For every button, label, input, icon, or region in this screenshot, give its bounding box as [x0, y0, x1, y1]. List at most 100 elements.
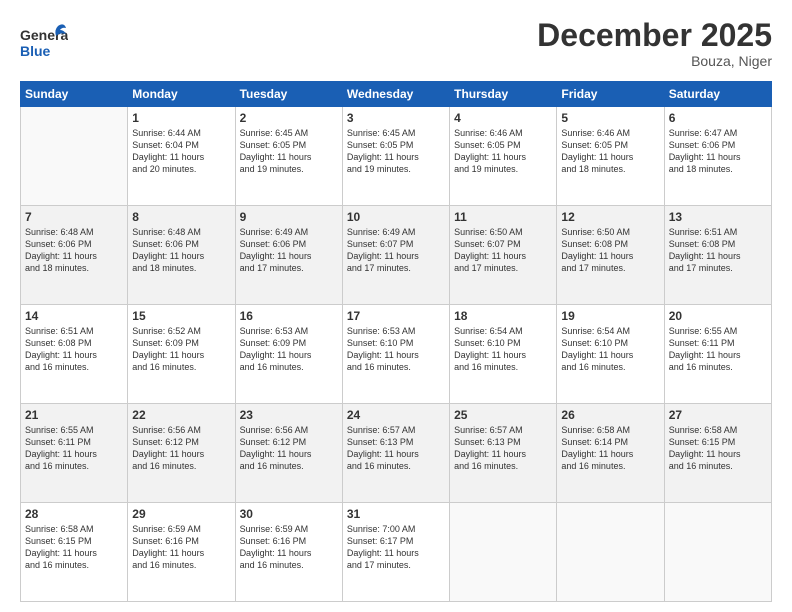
table-row: 25Sunrise: 6:57 AMSunset: 6:13 PMDayligh…	[450, 404, 557, 503]
day-number: 22	[132, 408, 230, 422]
day-number: 13	[669, 210, 767, 224]
day-info: Sunrise: 6:54 AMSunset: 6:10 PMDaylight:…	[454, 325, 552, 374]
table-row: 23 Sunrise: 6:56 AMSunset: 6:12 PMDayligh…	[235, 404, 342, 503]
day-number: 9	[240, 210, 338, 224]
day-number: 5	[561, 111, 659, 125]
table-row: 29Sunrise: 6:59 AMSunset: 6:16 PMDayligh…	[128, 503, 235, 602]
table-row: 8 Sunrise: 6:48 AMSunset: 6:06 PMDaylight…	[128, 206, 235, 305]
table-row	[21, 107, 128, 206]
table-row: 20 Sunrise: 6:55 AMSunset: 6:11 PMDayligh…	[664, 305, 771, 404]
table-row: 17 Sunrise: 6:53 AMSunset: 6:10 PMDayligh…	[342, 305, 449, 404]
day-info: Sunrise: 6:53 AMSunset: 6:09 PMDaylight:…	[240, 325, 338, 374]
day-info: Sunrise: 6:50 AMSunset: 6:08 PMDaylight:…	[561, 226, 659, 275]
day-info: Sunrise: 6:54 AMSunset: 6:10 PMDaylight:…	[561, 325, 659, 374]
day-info: Sunrise: 6:44 AMSunset: 6:04 PMDaylight:…	[132, 127, 230, 176]
day-info: Sunrise: 6:55 AMSunset: 6:11 PMDaylight:…	[25, 424, 123, 473]
table-row: 16 Sunrise: 6:53 AMSunset: 6:09 PMDayligh…	[235, 305, 342, 404]
day-info: Sunrise: 6:58 AMSunset: 6:14 PMDaylight:…	[561, 424, 659, 473]
day-info: Sunrise: 6:50 AMSunset: 6:07 PMDaylight:…	[454, 226, 552, 275]
table-row: 31Sunrise: 7:00 AMSunset: 6:17 PMDayligh…	[342, 503, 449, 602]
day-info: Sunrise: 6:49 AMSunset: 6:07 PMDaylight:…	[347, 226, 445, 275]
day-number: 24	[347, 408, 445, 422]
day-number: 21	[25, 408, 123, 422]
day-info: Sunrise: 6:59 AMSunset: 6:16 PMDaylight:…	[132, 523, 230, 572]
logo: General Blue	[20, 18, 68, 71]
day-number: 19	[561, 309, 659, 323]
col-saturday: Saturday	[664, 82, 771, 107]
day-info: Sunrise: 6:51 AMSunset: 6:08 PMDaylight:…	[25, 325, 123, 374]
col-monday: Monday	[128, 82, 235, 107]
col-wednesday: Wednesday	[342, 82, 449, 107]
day-number: 10	[347, 210, 445, 224]
title-block: December 2025 Bouza, Niger	[537, 18, 772, 69]
table-row: 24 Sunrise: 6:57 AMSunset: 6:13 PMDayligh…	[342, 404, 449, 503]
table-row: 30 Sunrise: 6:59 AMSunset: 6:16 PMDayligh…	[235, 503, 342, 602]
day-number: 23	[240, 408, 338, 422]
day-info: Sunrise: 6:56 AMSunset: 6:12 PMDaylight:…	[240, 424, 338, 473]
day-info: Sunrise: 6:57 AMSunset: 6:13 PMDaylight:…	[347, 424, 445, 473]
day-info: Sunrise: 6:45 AMSunset: 6:05 PMDaylight:…	[240, 127, 338, 176]
day-number: 12	[561, 210, 659, 224]
day-number: 6	[669, 111, 767, 125]
day-info: Sunrise: 6:52 AMSunset: 6:09 PMDaylight:…	[132, 325, 230, 374]
svg-text:Blue: Blue	[20, 43, 51, 59]
table-row: 27 Sunrise: 6:58 AMSunset: 6:15 PMDayligh…	[664, 404, 771, 503]
col-thursday: Thursday	[450, 82, 557, 107]
day-number: 1	[132, 111, 230, 125]
day-number: 27	[669, 408, 767, 422]
table-row: 22Sunrise: 6:56 AMSunset: 6:12 PMDayligh…	[128, 404, 235, 503]
table-row: 5 Sunrise: 6:46 AMSunset: 6:05 PMDaylight…	[557, 107, 664, 206]
table-row: 7 Sunrise: 6:48 AMSunset: 6:06 PMDaylight…	[21, 206, 128, 305]
day-info: Sunrise: 6:48 AMSunset: 6:06 PMDaylight:…	[132, 226, 230, 275]
table-row: 15 Sunrise: 6:52 AMSunset: 6:09 PMDayligh…	[128, 305, 235, 404]
day-number: 4	[454, 111, 552, 125]
day-info: Sunrise: 6:58 AMSunset: 6:15 PMDaylight:…	[25, 523, 123, 572]
page: General Blue December 2025 Bouza, Niger …	[0, 0, 792, 612]
header: General Blue December 2025 Bouza, Niger	[20, 18, 772, 71]
day-info: Sunrise: 6:45 AMSunset: 6:05 PMDaylight:…	[347, 127, 445, 176]
table-row	[664, 503, 771, 602]
table-row: 28Sunrise: 6:58 AMSunset: 6:15 PMDayligh…	[21, 503, 128, 602]
day-number: 14	[25, 309, 123, 323]
day-number: 15	[132, 309, 230, 323]
calendar-week-row: 1 Sunrise: 6:44 AMSunset: 6:04 PMDaylight…	[21, 107, 772, 206]
table-row: 6Sunrise: 6:47 AMSunset: 6:06 PMDaylight…	[664, 107, 771, 206]
table-row	[557, 503, 664, 602]
table-row: 19 Sunrise: 6:54 AMSunset: 6:10 PMDayligh…	[557, 305, 664, 404]
day-info: Sunrise: 6:48 AMSunset: 6:06 PMDaylight:…	[25, 226, 123, 275]
day-number: 26	[561, 408, 659, 422]
day-number: 8	[132, 210, 230, 224]
svg-text:General: General	[20, 27, 68, 43]
day-info: Sunrise: 6:58 AMSunset: 6:15 PMDaylight:…	[669, 424, 767, 473]
day-info: Sunrise: 6:49 AMSunset: 6:06 PMDaylight:…	[240, 226, 338, 275]
day-number: 7	[25, 210, 123, 224]
day-number: 11	[454, 210, 552, 224]
day-info: Sunrise: 6:59 AMSunset: 6:16 PMDaylight:…	[240, 523, 338, 572]
table-row: 21 Sunrise: 6:55 AMSunset: 6:11 PMDayligh…	[21, 404, 128, 503]
calendar-week-row: 28Sunrise: 6:58 AMSunset: 6:15 PMDayligh…	[21, 503, 772, 602]
calendar-week-row: 21 Sunrise: 6:55 AMSunset: 6:11 PMDayligh…	[21, 404, 772, 503]
day-number: 16	[240, 309, 338, 323]
logo-icon: General Blue	[20, 18, 68, 66]
table-row: 4Sunrise: 6:46 AMSunset: 6:05 PMDaylight…	[450, 107, 557, 206]
table-row: 9 Sunrise: 6:49 AMSunset: 6:06 PMDaylight…	[235, 206, 342, 305]
calendar-week-row: 14 Sunrise: 6:51 AMSunset: 6:08 PMDayligh…	[21, 305, 772, 404]
table-row: 13Sunrise: 6:51 AMSunset: 6:08 PMDayligh…	[664, 206, 771, 305]
day-number: 20	[669, 309, 767, 323]
day-info: Sunrise: 6:53 AMSunset: 6:10 PMDaylight:…	[347, 325, 445, 374]
table-row: 26 Sunrise: 6:58 AMSunset: 6:14 PMDayligh…	[557, 404, 664, 503]
day-number: 30	[240, 507, 338, 521]
table-row: 10 Sunrise: 6:49 AMSunset: 6:07 PMDayligh…	[342, 206, 449, 305]
day-info: Sunrise: 6:55 AMSunset: 6:11 PMDaylight:…	[669, 325, 767, 374]
calendar-header-row: Sunday Monday Tuesday Wednesday Thursday…	[21, 82, 772, 107]
day-number: 2	[240, 111, 338, 125]
calendar-table: Sunday Monday Tuesday Wednesday Thursday…	[20, 81, 772, 602]
col-sunday: Sunday	[21, 82, 128, 107]
day-number: 18	[454, 309, 552, 323]
day-number: 17	[347, 309, 445, 323]
month-title: December 2025	[537, 18, 772, 53]
day-info: Sunrise: 6:46 AMSunset: 6:05 PMDaylight:…	[561, 127, 659, 176]
table-row: 1 Sunrise: 6:44 AMSunset: 6:04 PMDaylight…	[128, 107, 235, 206]
table-row: 2 Sunrise: 6:45 AMSunset: 6:05 PMDaylight…	[235, 107, 342, 206]
day-info: Sunrise: 7:00 AMSunset: 6:17 PMDaylight:…	[347, 523, 445, 572]
